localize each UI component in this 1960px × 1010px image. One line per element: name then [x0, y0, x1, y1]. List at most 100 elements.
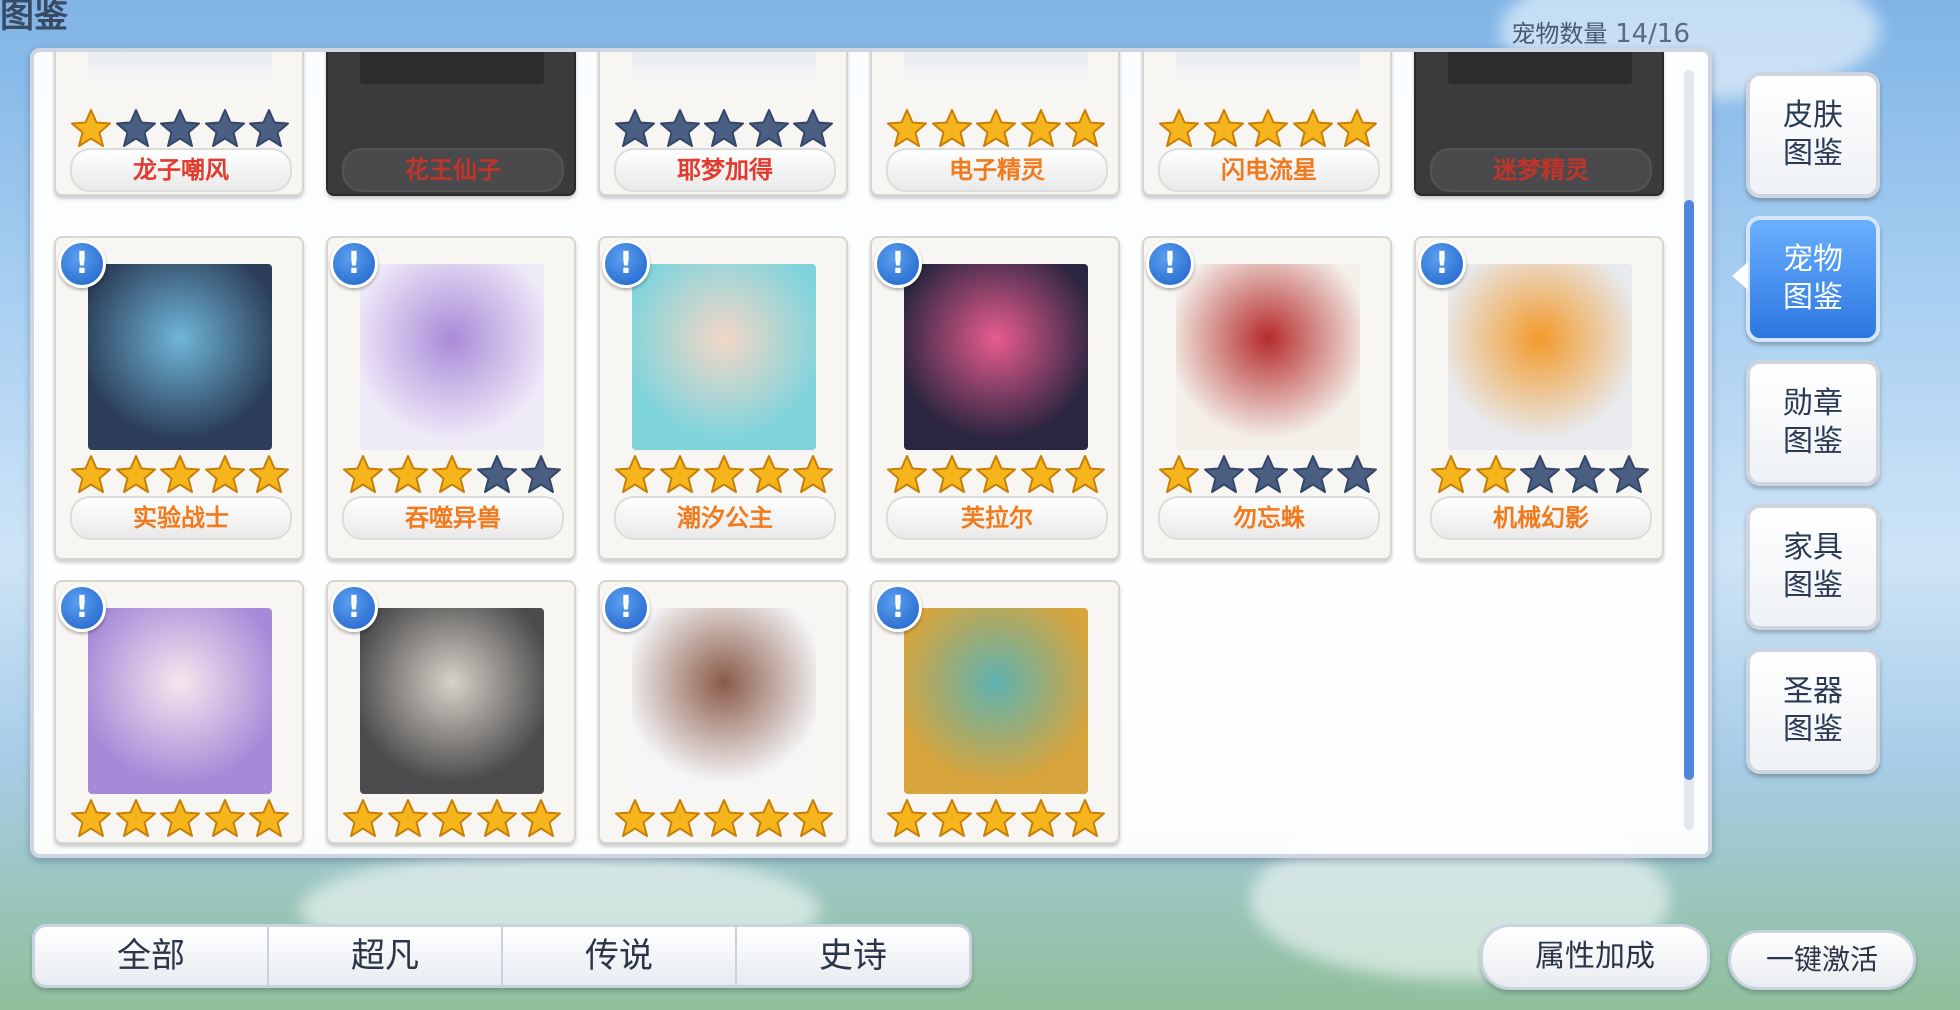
side-tab-label: 勋章 图鉴	[1783, 386, 1843, 459]
alert-icon: !	[58, 240, 106, 288]
pet-count-value: 14/16	[1615, 19, 1690, 49]
side-tab-label: 圣器 图鉴	[1783, 674, 1843, 747]
pet-card[interactable]: 耶梦加得	[598, 52, 848, 196]
star-filled-icon	[1337, 109, 1377, 147]
pet-card[interactable]: ! 机械幻影	[1414, 236, 1664, 560]
star-filled-icon	[1020, 799, 1061, 837]
pet-card[interactable]: ! 潮汐公主	[598, 236, 848, 560]
star-empty-icon	[793, 109, 833, 147]
star-rating	[1158, 108, 1378, 148]
oni-girl-art	[88, 608, 272, 794]
star-empty-icon	[1564, 455, 1605, 493]
scrollbar[interactable]	[1684, 70, 1694, 830]
side-tab-furniture[interactable]: 家具 图鉴	[1746, 504, 1880, 630]
pet-card[interactable]: 迷梦精灵	[1414, 52, 1664, 196]
star-empty-icon	[476, 455, 517, 493]
filter-tab-transcendent[interactable]: 超凡	[269, 927, 503, 985]
star-rating	[886, 798, 1106, 838]
star-filled-icon	[793, 455, 833, 493]
star-filled-icon	[1159, 109, 1199, 147]
star-filled-icon	[659, 455, 700, 493]
side-tab-medals[interactable]: 勋章 图鉴	[1746, 360, 1880, 486]
pet-card[interactable]: ! 芙拉尔	[870, 236, 1120, 560]
pet-card[interactable]: ! 吞噬异兽	[326, 236, 576, 560]
mech-robot-art	[1448, 264, 1632, 450]
pet-card[interactable]: !	[598, 580, 848, 844]
star-filled-icon	[976, 455, 1016, 493]
pet-card[interactable]: !	[870, 580, 1120, 844]
star-filled-icon	[1159, 455, 1199, 493]
star-rating	[614, 798, 834, 838]
pet-portrait	[88, 52, 272, 84]
star-filled-icon	[432, 799, 472, 837]
pet-card[interactable]: 闪电流星	[1142, 52, 1392, 196]
star-filled-icon	[931, 455, 972, 493]
rarity-filter-tabs: 全部 超凡 传说 史诗	[32, 924, 972, 988]
side-tab-label: 皮肤 图鉴	[1783, 98, 1843, 171]
snow-yeti-art	[632, 608, 816, 794]
star-filled-icon	[748, 799, 789, 837]
spider-girl-art	[1176, 264, 1360, 450]
selected-arrow-icon	[1732, 262, 1748, 290]
star-filled-icon	[432, 455, 472, 493]
alert-icon: !	[602, 240, 650, 288]
star-filled-icon	[160, 455, 200, 493]
star-filled-icon	[249, 455, 289, 493]
side-tab-skins[interactable]: 皮肤 图鉴	[1746, 72, 1880, 198]
star-filled-icon	[659, 799, 700, 837]
attribute-bonus-button[interactable]: 属性加成	[1480, 924, 1710, 990]
alert-icon: !	[330, 584, 378, 632]
star-filled-icon	[71, 799, 111, 837]
star-rating	[70, 454, 290, 494]
pet-card[interactable]: ! 实验战士	[54, 236, 304, 560]
pet-portrait	[632, 52, 816, 84]
star-filled-icon	[160, 799, 200, 837]
armored-turtle-art	[904, 608, 1088, 794]
pet-name: 电子精灵	[886, 148, 1108, 192]
pet-grid: 龙子嘲风 花王仙子 耶梦加得 电子精灵 闪电流星 迷梦精灵! 实验战士 ! 吞噬异兽! 潮汐公主!…	[54, 52, 1694, 844]
alert-icon: !	[874, 584, 922, 632]
pet-card[interactable]: ! 勿忘蛛	[1142, 236, 1392, 560]
star-empty-icon	[1520, 455, 1560, 493]
filter-tab-epic[interactable]: 史诗	[737, 927, 969, 985]
star-filled-icon	[1248, 109, 1288, 147]
filter-tab-legend[interactable]: 传说	[503, 927, 737, 985]
star-filled-icon	[1292, 109, 1333, 147]
pet-card[interactable]: !	[54, 580, 304, 844]
star-empty-icon	[521, 455, 561, 493]
star-filled-icon	[71, 455, 111, 493]
side-tab-pets[interactable]: 宠物 图鉴	[1732, 216, 1880, 342]
star-filled-icon	[1065, 109, 1105, 147]
star-empty-icon	[160, 109, 200, 147]
alert-icon: !	[1418, 240, 1466, 288]
pet-card[interactable]: !	[326, 580, 576, 844]
pet-name: 闪电流星	[1158, 148, 1380, 192]
activate-all-button[interactable]: 一键激活	[1728, 930, 1916, 990]
star-filled-icon	[931, 109, 972, 147]
star-filled-icon	[387, 799, 428, 837]
star-filled-icon	[521, 799, 561, 837]
pet-name: 龙子嘲风	[70, 148, 292, 192]
star-filled-icon	[976, 109, 1016, 147]
star-filled-icon	[1065, 799, 1105, 837]
pet-collection-panel[interactable]: 龙子嘲风 花王仙子 耶梦加得 电子精灵 闪电流星 迷梦精灵! 实验战士 ! 吞噬异兽! 潮汐公主!…	[30, 48, 1712, 858]
pet-card[interactable]: 龙子嘲风	[54, 52, 304, 196]
alert-icon: !	[1146, 240, 1194, 288]
scrollbar-thumb[interactable]	[1684, 200, 1694, 780]
star-rating	[886, 454, 1106, 494]
star-filled-icon	[704, 799, 744, 837]
star-filled-icon	[476, 799, 517, 837]
pet-name: 实验战士	[70, 496, 292, 540]
star-filled-icon	[343, 455, 383, 493]
star-empty-icon	[1248, 455, 1288, 493]
star-filled-icon	[204, 455, 245, 493]
mermaid-princess-art	[632, 264, 816, 450]
side-tab-label: 宠物 图鉴	[1783, 242, 1843, 315]
star-filled-icon	[976, 799, 1016, 837]
pet-card[interactable]: 电子精灵	[870, 52, 1120, 196]
side-tab-artifacts[interactable]: 圣器 图鉴	[1746, 648, 1880, 774]
side-tab-label: 家具 图鉴	[1783, 530, 1843, 603]
filter-tab-all[interactable]: 全部	[35, 927, 269, 985]
pet-card[interactable]: 花王仙子	[326, 52, 576, 196]
alert-icon: !	[330, 240, 378, 288]
